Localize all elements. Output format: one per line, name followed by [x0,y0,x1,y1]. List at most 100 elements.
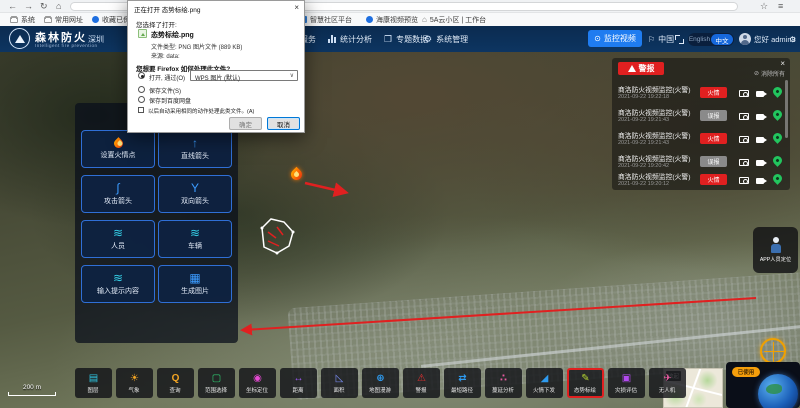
radio-save-file[interactable] [138,86,145,93]
compass-target-icon[interactable] [760,338,786,364]
alarm-close-icon[interactable]: × [780,59,785,68]
alarm-button[interactable]: ⚠警报 [403,368,440,398]
reload-button[interactable]: ↻ [40,0,48,13]
camera-icon[interactable] [739,159,749,166]
straight-arrow-button[interactable]: ↑ 直线箭头 [158,130,232,168]
bookmark-folder[interactable]: 常用网址 [44,13,83,26]
save-file-label[interactable]: 保存文件(S) [149,86,181,95]
camera-icon[interactable] [739,90,749,97]
weather-button[interactable]: ☀气象 [116,368,153,398]
button-label: 输入提示内容 [97,286,139,296]
alarm-row[interactable]: 商洛防火视频监控(火警) 2021-09-22 19:22:18 火情 [612,82,790,105]
search-button[interactable]: Q查询 [157,368,194,398]
personnel-button[interactable]: ≋ 人员 [81,220,155,258]
alarm-time: 2021-09-22 19:22:18 [618,94,669,100]
bookmark-item[interactable]: 海康视频预览 [366,13,418,26]
alarm-scrollbar[interactable] [785,80,788,138]
remember-label[interactable]: 以后自动采用相同的动作处理此类文件。(A) [148,107,254,115]
attack-arrow-button[interactable]: ∫ 攻击箭头 [81,175,155,213]
remember-checkbox[interactable] [138,107,144,113]
menu-icon[interactable]: ≡ [778,0,783,13]
language-toggle[interactable]: English 中文 [688,33,734,46]
nav-system-manage[interactable]: ⚙ 系统管理 [424,26,468,52]
area-button[interactable]: ◺面积 [321,368,358,398]
layers-button[interactable]: ▤图层 [75,368,112,398]
video-icon[interactable] [756,91,764,97]
spread-analysis-button[interactable]: ∴蔓延分析 [485,368,522,398]
alarm-row[interactable]: 商洛防火视频监控(火警) 2021-09-22 19:21:43 火情 [612,128,790,151]
video-icon[interactable] [756,137,764,143]
video-icon[interactable] [756,160,764,166]
cancel-button[interactable]: 取消 [267,117,300,130]
location-pin-icon[interactable] [771,154,784,167]
radio-save-baidu[interactable] [138,96,145,103]
lang-english[interactable]: English [688,36,711,43]
weather-icon: ☀ [130,373,139,384]
video-icon[interactable] [756,114,764,120]
double-arrow-button[interactable]: Y 双向箭头 [158,175,232,213]
bookmark-folder[interactable]: 系统 [10,13,35,26]
alarm-status-badge[interactable]: 火情 [700,174,727,185]
radio-open-with[interactable] [138,72,145,79]
fire-zone-hatch [268,227,283,246]
earth-globe[interactable] [758,374,798,408]
save-baidu-label[interactable]: 保存到百度网盘 [149,96,191,105]
alarm-status-badge[interactable]: 火情 [700,87,727,98]
range-select-icon: ▢ [212,373,221,384]
nav-topic-data[interactable]: ❐ 专题数据 [384,26,428,52]
generate-image-button[interactable]: ▦ 生成图片 [158,265,232,303]
situation-plot-button[interactable]: ✎态势标绘 [567,368,604,398]
country-selector[interactable]: ⚐ 中国 [648,26,674,52]
triangle-ruler-icon: ◺ [336,373,344,384]
open-with-select[interactable]: WPS 图片 (默认) ∨ [190,70,298,81]
bookmark-item[interactable]: 智慧社区平台 [300,13,352,26]
clear-all-button[interactable]: ⊘ 消除所有 [754,69,785,78]
alarm-row[interactable]: 商洛防火视频监控(火警) 2021-09-22 19:21:43 误报 [612,105,790,128]
camera-icon[interactable] [739,113,749,120]
globe-mode-button[interactable]: 已使用 [732,367,760,377]
fire-dispatch-button[interactable]: ◢火情下发 [526,368,563,398]
range-select-button[interactable]: ▢范围选择 [198,368,235,398]
set-fire-point-button[interactable]: 设置火情点 [81,130,155,168]
map-roam-button[interactable]: ⊕地图漫游 [362,368,399,398]
nav-statistics[interactable]: 统计分析 [328,26,372,52]
folder-icon [10,17,18,23]
settings-button[interactable]: ⚙ [789,26,796,52]
coordinate-locate-button[interactable]: ◉坐标定位 [239,368,276,398]
location-pin-icon[interactable] [771,131,784,144]
location-pin-icon[interactable] [771,85,784,98]
camera-icon[interactable] [739,177,749,184]
home-button[interactable]: ⌂ [56,0,61,13]
shortest-path-button[interactable]: ⇄最短路径 [444,368,481,398]
file-type-row: 文件类型: PNG 图片文件 (889 KB) [151,42,242,51]
fullscreen-button[interactable] [675,34,684,44]
alarm-row[interactable]: 商洛防火视频监控(火警) 2021-09-22 19:20:12 火情 [612,169,790,192]
vehicle-button[interactable]: ≋ 车辆 [158,220,232,258]
location-pin-icon[interactable] [771,172,784,185]
lang-chinese[interactable]: 中文 [711,34,733,45]
alarm-status-badge[interactable]: 火情 [700,133,727,144]
video-icon[interactable] [756,178,764,184]
alarm-status-badge[interactable]: 误报 [700,110,727,121]
drone-button[interactable]: ✈无人机 [649,368,686,398]
map-canvas[interactable]: 200 m 警报 × ⊘ 消除所有 商洛防火视频监控(火警) 2021-09-2… [0,52,800,408]
distance-button[interactable]: ↔距离 [280,368,317,398]
camera-icon[interactable] [739,136,749,143]
damage-assess-button[interactable]: ▣灾损评估 [608,368,645,398]
back-button[interactable]: ← [8,0,17,13]
mountain-icon [15,35,25,43]
location-pin-icon[interactable] [771,108,784,121]
download-dialog: 正在打开 态势标绘.png × 您选择了打开: 态势标绘.png 文件类型: P… [127,0,305,133]
app-personnel-locator[interactable]: APP人员定位 [753,227,798,273]
alarm-panel: 警报 × ⊘ 消除所有 商洛防火视频监控(火警) 2021-09-22 19:2… [612,58,790,190]
bookmark-star-icon[interactable]: ☆ [760,0,768,13]
avatar[interactable] [739,33,751,45]
open-with-label[interactable]: 打开, 通过(O) [149,73,185,82]
bookmark-item[interactable]: ⌂ 5A云小区 | 工作台 [422,13,486,26]
input-hint-button[interactable]: ≋ 输入提示内容 [81,265,155,303]
close-icon[interactable]: × [294,3,299,12]
forward-button[interactable]: → [24,0,33,13]
alarm-status-badge[interactable]: 误报 [700,156,727,167]
ok-button[interactable]: 确定 [229,117,262,130]
monitor-video-button[interactable]: ⊙ 监控视频 [588,30,642,47]
